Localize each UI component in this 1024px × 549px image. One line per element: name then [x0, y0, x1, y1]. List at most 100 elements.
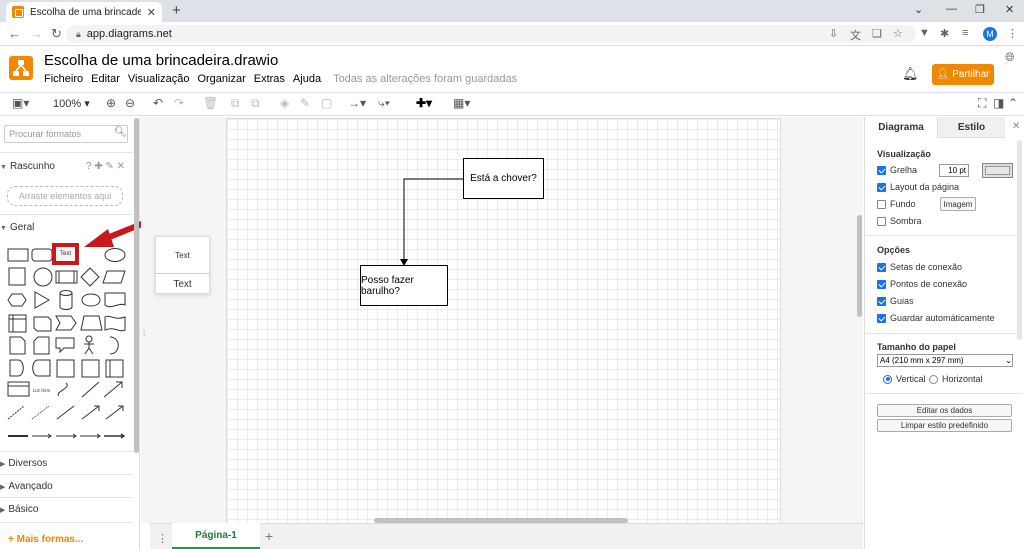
more-shapes-button[interactable]: + Mais formas... [8, 534, 83, 545]
scratchpad-header[interactable]: ▼ Rascunho [0, 161, 55, 172]
link-shape[interactable] [32, 433, 52, 439]
menu-extras[interactable]: Extras [254, 73, 285, 85]
parallelogram-shape[interactable] [102, 270, 126, 284]
container-shape[interactable] [56, 359, 75, 378]
diamond-shape[interactable] [80, 267, 100, 287]
cloud-shape[interactable] [81, 293, 101, 307]
diagram-node-question[interactable]: Posso fazer barulho? [360, 265, 448, 306]
menu-view[interactable]: Visualização [128, 73, 190, 85]
curve-shape[interactable] [57, 382, 68, 397]
insert-plus-icon[interactable]: ✚▾ [416, 96, 432, 110]
line-color-icon[interactable]: ✎ [300, 96, 310, 110]
link-3-shape[interactable] [80, 433, 101, 439]
browser-tab[interactable]: Escolha de uma brincadeira.drawio ✕ [6, 2, 162, 22]
shape-search-input[interactable]: Procurar formatos [4, 125, 128, 143]
rectangle-shape[interactable] [7, 248, 29, 262]
install-app-icon[interactable]: ⇩ [829, 27, 838, 40]
landscape-option[interactable]: Horizontal [929, 374, 983, 384]
connection-style-icon[interactable]: →▾ [348, 96, 366, 110]
actor-shape[interactable] [85, 335, 93, 343]
connection-points-checkbox[interactable] [877, 279, 886, 289]
hexagon-shape[interactable] [7, 293, 27, 307]
menu-help[interactable]: Ajuda [293, 73, 321, 85]
arrow-shape[interactable] [103, 381, 123, 398]
dashed-line-shape[interactable] [7, 405, 25, 420]
close-tab-icon[interactable]: ✕ [147, 6, 156, 19]
background-checkbox[interactable] [877, 199, 886, 209]
notification-bell-icon[interactable]: 🔔︎ [902, 66, 919, 82]
internal-storage-shape[interactable] [8, 314, 27, 333]
zoom-out-icon[interactable]: ⊖ [125, 96, 135, 110]
line-shape[interactable] [56, 405, 75, 420]
panels-toggle-icon[interactable]: ▣▾ [12, 96, 29, 110]
portrait-radio[interactable] [883, 374, 892, 384]
collapse-toolbar-icon[interactable]: ⌃ [1008, 96, 1018, 110]
bookmark-star-icon[interactable]: ☆ [893, 27, 903, 40]
callout-shape[interactable] [55, 337, 75, 354]
grid-option[interactable]: Grelha [877, 165, 917, 175]
translate-icon[interactable]: 文 [850, 27, 861, 43]
to-back-icon[interactable]: ⧉ [251, 96, 260, 111]
landscape-radio[interactable] [929, 374, 938, 384]
fullscreen-icon[interactable]: ⛶ [978, 96, 986, 111]
menu-edit[interactable]: Editar [91, 73, 120, 85]
tape-shape[interactable] [104, 315, 126, 332]
open-in-app-icon[interactable]: ❑ [872, 27, 882, 40]
shadow-option[interactable]: Sombra [877, 216, 922, 226]
guides-option[interactable]: Guias [877, 296, 914, 306]
window-close-icon[interactable]: ✕ [1005, 3, 1014, 16]
scratchpad-tools[interactable]: ? ✚ ✎ ✕ [86, 161, 125, 172]
page-view-option[interactable]: Layout da página [877, 182, 959, 192]
minimize-icon[interactable]: — [946, 3, 957, 15]
delete-icon[interactable]: 🗑︎ [203, 96, 218, 110]
scratchpad-drop-area[interactable]: Arraste elementos aqui [7, 186, 123, 206]
waypoints-icon[interactable]: ⤷▾ [378, 96, 390, 111]
puzzle-extensions-icon[interactable]: ✱ [940, 27, 949, 40]
guides-checkbox[interactable] [877, 296, 886, 306]
search-icon[interactable]: 🔍︎ [114, 127, 127, 138]
rounded-rectangle-shape[interactable] [31, 248, 53, 262]
square-shape[interactable] [8, 267, 26, 286]
autosave-checkbox[interactable] [877, 313, 886, 323]
document-title[interactable]: Escolha de uma brincadeira.drawio [44, 52, 278, 69]
step-shape[interactable] [55, 315, 77, 331]
or-shape[interactable] [109, 336, 119, 355]
menu-arrange[interactable]: Organizar [197, 73, 245, 85]
vertical-scrollbar[interactable] [857, 215, 862, 317]
connector-edge[interactable] [395, 175, 467, 270]
new-tab-icon[interactable]: + [172, 2, 181, 19]
page-tab-current[interactable]: Página-1 [172, 523, 260, 549]
back-arrow-icon[interactable]: ← [8, 26, 21, 41]
note-shape[interactable] [9, 336, 26, 355]
connector-arrow-shape[interactable] [105, 405, 124, 420]
general-shapes-header[interactable]: ▼ Geral [0, 222, 34, 233]
tab-search-icon[interactable]: ⌄ [914, 3, 923, 16]
circle-shape[interactable] [33, 267, 53, 287]
text-shape-highlighted[interactable]: Text [52, 243, 79, 265]
link-4-shape[interactable] [104, 433, 126, 439]
trapezoid-shape[interactable] [80, 315, 103, 331]
tab-diagram[interactable]: Diagrama [865, 117, 937, 138]
connection-arrows-option[interactable]: Setas de conexão [877, 262, 962, 272]
basic-shapes-header[interactable]: ▶ Básico [0, 504, 38, 515]
browser-menu-icon[interactable]: ⋮ [1007, 27, 1018, 40]
cylinder-shape[interactable] [59, 290, 73, 310]
delay-shape[interactable] [9, 359, 24, 377]
redo-icon[interactable]: ↷ [174, 96, 184, 110]
paper-size-select[interactable]: A4 (210 mm x 297 mm) ⌄ [877, 354, 1013, 367]
connection-arrows-checkbox[interactable] [877, 262, 886, 272]
shadow-checkbox[interactable] [877, 216, 886, 226]
background-image-button[interactable]: Imagem [940, 197, 976, 211]
grid-color-button[interactable] [982, 163, 1013, 178]
media-queue-icon[interactable]: ≡ [962, 27, 968, 39]
link-2-shape[interactable] [56, 433, 77, 439]
autosave-option[interactable]: Guardar automáticamente [877, 313, 995, 323]
document-shape[interactable] [104, 292, 126, 308]
list-shape[interactable] [7, 381, 30, 397]
directional-connector-shape[interactable] [81, 405, 100, 420]
clear-default-style-button[interactable]: Limpar estilo predefinido [877, 419, 1012, 432]
extension-icon[interactable]: ▼ [919, 27, 930, 39]
cube-shape[interactable] [33, 316, 52, 332]
sidebar-resize-handle[interactable]: ⁞ [143, 329, 145, 338]
omnibox[interactable]: 🔒︎ app.diagrams.net [66, 25, 916, 43]
